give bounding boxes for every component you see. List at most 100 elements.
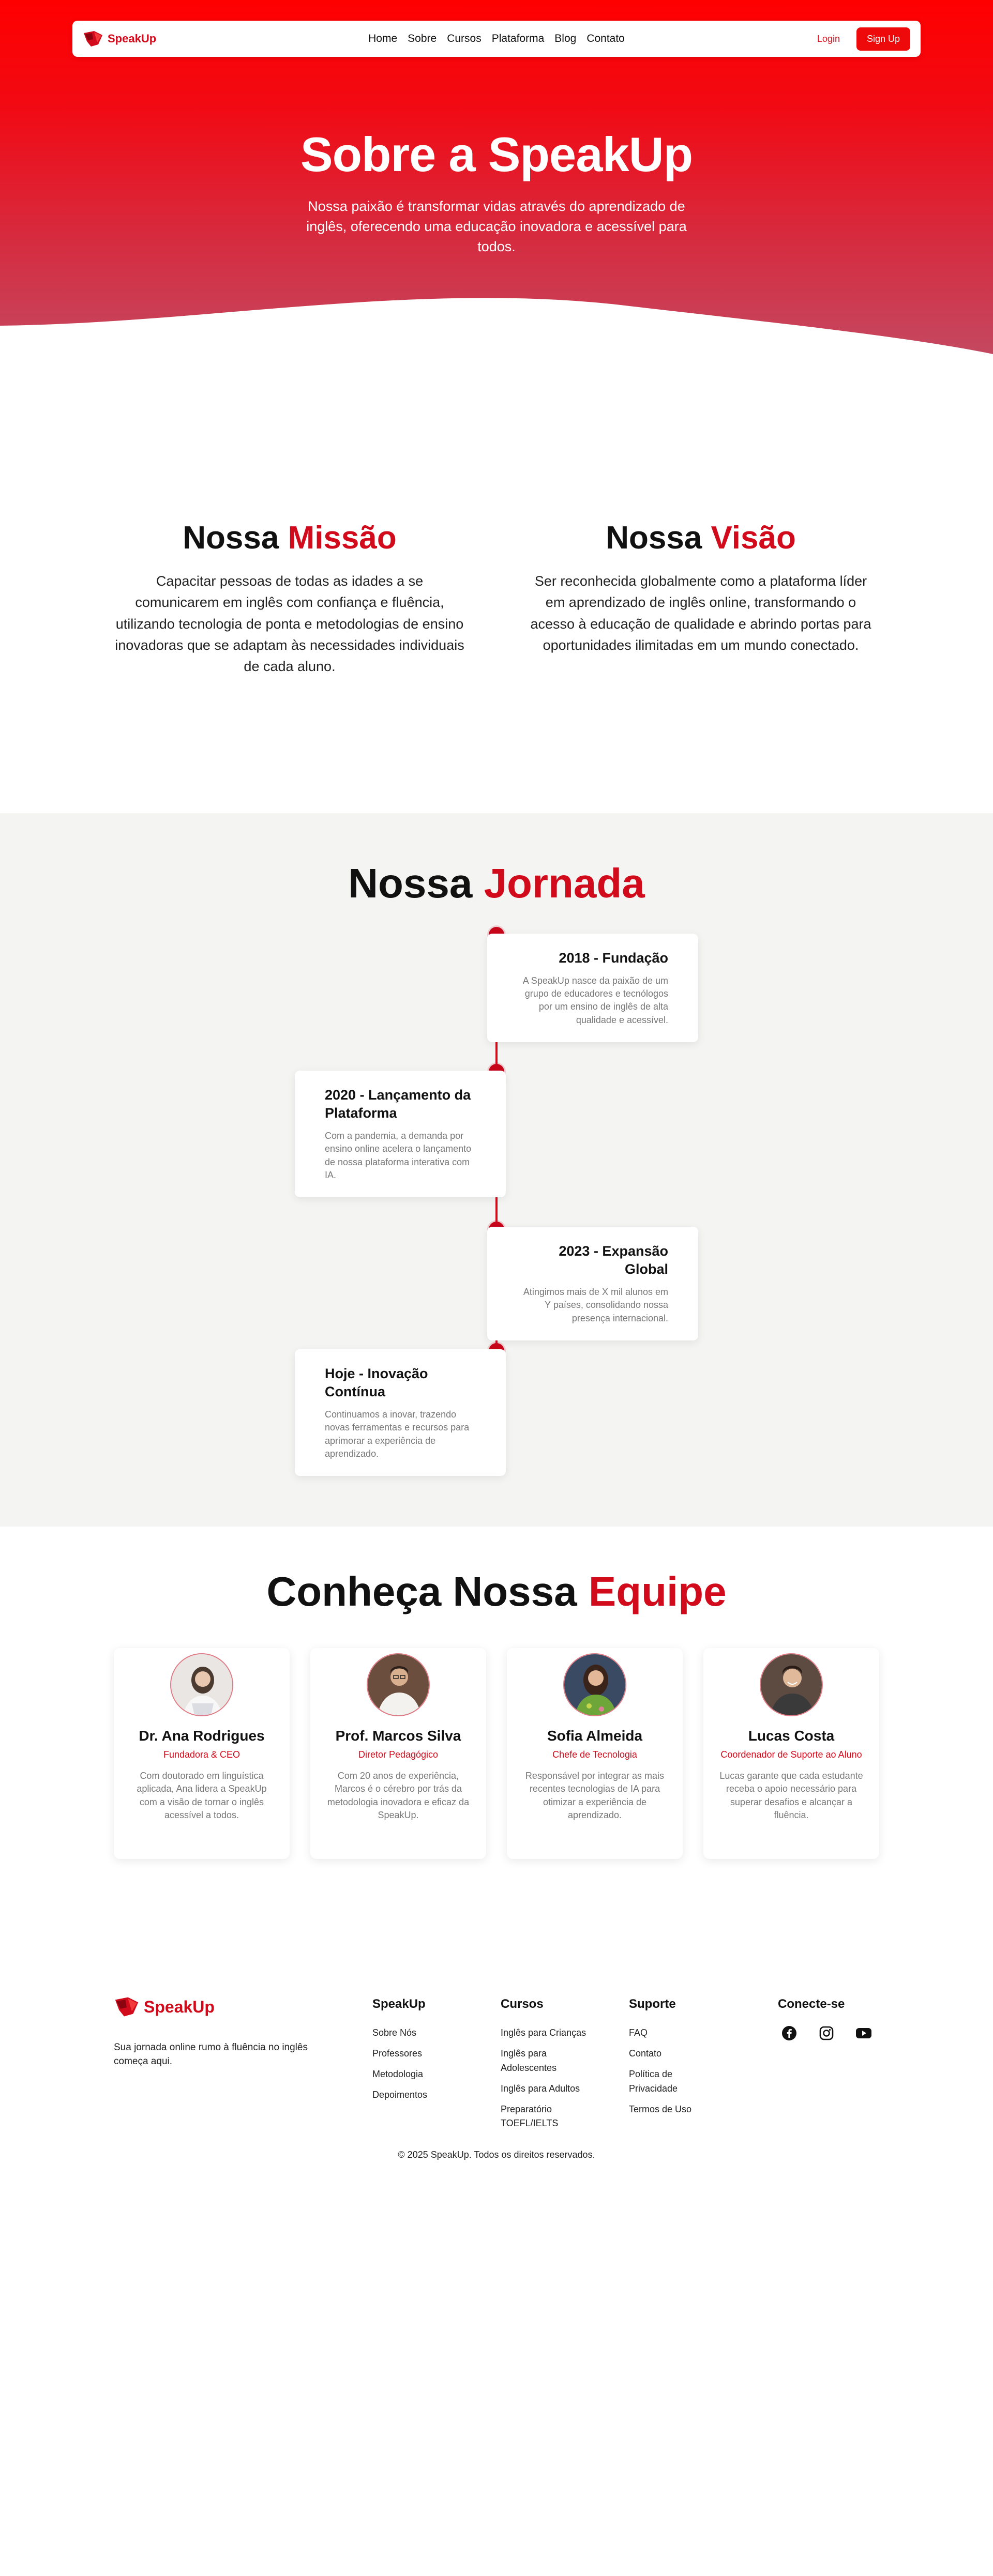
footer-link[interactable]: Metodologia [372, 2067, 476, 2082]
hero-wave-divider [0, 298, 993, 362]
member-name: Dr. Ana Rodrigues [139, 1728, 265, 1744]
footer-link[interactable]: Termos de Uso [629, 2102, 712, 2117]
vision-heading: Nossa Visão [525, 520, 877, 556]
timeline-title: 2020 - Lançamento da Plataforma [325, 1087, 471, 1121]
timeline-card: 2020 - Lançamento da Plataforma Com a pa… [295, 1071, 506, 1197]
hero-title: Sobre a SpeakUp [300, 127, 693, 181]
footer-link[interactable]: Inglês para Crianças [501, 2026, 599, 2040]
brand-name: SpeakUp [108, 32, 157, 45]
vision-heading-word: Nossa [606, 520, 702, 556]
main-nav: Home Sobre Cursos Plataforma Blog Contat… [72, 21, 921, 57]
avatar [563, 1653, 626, 1716]
auth-actions: Login Sign Up [817, 27, 910, 51]
member-bio: Com doutorado em linguística aplicada, A… [137, 1771, 267, 1820]
woman-portrait-icon [564, 1654, 625, 1715]
timeline-title: 2018 - Fundação [559, 950, 668, 966]
footer-link[interactable]: Contato [629, 2047, 712, 2061]
timeline-text: A SpeakUp nasce da paixão de um grupo de… [522, 975, 668, 1025]
team-heading: Conheça Nossa Equipe [0, 1568, 993, 1615]
brand-logo[interactable]: SpeakUp [83, 30, 156, 48]
timeline-text: Continuamos a inovar, trazendo novas fer… [325, 1409, 470, 1459]
footer-link[interactable]: Professores [372, 2047, 476, 2061]
member-role: Chefe de Tecnologia [552, 1749, 637, 1760]
footer-link[interactable]: Política de Privacidade [629, 2067, 691, 2096]
footer-column-title: SpeakUp [372, 1997, 426, 2011]
logo-icon [115, 1997, 139, 2017]
footer-column-suporte: Suporte FAQ Contato Política de Privacid… [629, 1997, 712, 2123]
login-link[interactable]: Login [817, 34, 840, 44]
footer-tagline: Sua jornada online rumo à fluência no in… [114, 2042, 308, 2067]
signup-button[interactable]: Sign Up [856, 27, 910, 51]
journey-heading-word: Nossa [348, 860, 473, 906]
avatar [367, 1653, 430, 1716]
journey-heading: Nossa Jornada [0, 860, 993, 907]
vision-heading-accent: Visão [711, 520, 796, 556]
nav-sobre[interactable]: Sobre [408, 33, 437, 45]
navbar: SpeakUp Home Sobre Cursos Plataforma Blo… [72, 21, 921, 57]
member-name: Lucas Costa [748, 1728, 835, 1744]
team-card: Lucas Costa Coordenador de Suporte ao Al… [703, 1648, 879, 1859]
member-role: Diretor Pedagógico [358, 1749, 439, 1760]
nav-plataforma[interactable]: Plataforma [492, 33, 545, 45]
instagram-icon[interactable] [815, 2022, 838, 2045]
youtube-icon[interactable] [852, 2022, 875, 2045]
team-heading-accent: Equipe [588, 1568, 727, 1614]
facebook-icon[interactable] [778, 2022, 801, 2045]
journey-heading-accent: Jornada [484, 860, 645, 906]
team-card: Dr. Ana Rodrigues Fundadora & CEO Com do… [114, 1648, 290, 1859]
social-block: Conecte-se [778, 1997, 871, 2040]
logo-icon [84, 31, 102, 47]
team-card: Sofia Almeida Chefe de Tecnologia Respon… [507, 1648, 683, 1859]
footer: SpeakUp Sua jornada online rumo à fluênc… [0, 1935, 993, 2576]
footer-brand-name: SpeakUp [144, 1997, 215, 2016]
member-bio: Com 20 anos de experiência, Marcos é o c… [327, 1771, 470, 1820]
footer-link[interactable]: Sobre Nós [372, 2026, 476, 2040]
member-name: Sofia Almeida [547, 1728, 643, 1744]
footer-link[interactable]: Inglês para Adultos [501, 2082, 599, 2096]
footer-link[interactable]: Inglês para Adolescentes [501, 2047, 568, 2076]
footer-link[interactable]: Preparatório TOEFL/IELTS [501, 2102, 568, 2131]
hero-section: SpeakUp Home Sobre Cursos Plataforma Blo… [0, 0, 993, 362]
timeline-card: 2018 - Fundação A SpeakUp nasce da paixã… [487, 934, 698, 1042]
nav-blog[interactable]: Blog [554, 33, 576, 45]
footer-brand[interactable]: SpeakUp [114, 1996, 215, 2018]
timeline-title: Hoje - Inovação Contínua [325, 1366, 428, 1400]
timeline-text: Atingimos mais de X mil alunos em Y país… [523, 1287, 668, 1323]
avatar [760, 1653, 823, 1716]
vision-text: Ser reconhecida globalmente como a plata… [530, 573, 871, 653]
mission-block: Nossa Missão Capacitar pessoas de todas … [114, 520, 465, 677]
mission-heading: Nossa Missão [114, 520, 465, 556]
nav-cursos[interactable]: Cursos [447, 33, 482, 45]
social-icons [778, 2022, 892, 2045]
member-role: Fundadora & CEO [163, 1749, 240, 1760]
footer-link[interactable]: Depoimentos [372, 2088, 476, 2102]
timeline-title: 2023 - Expansão Global [559, 1243, 668, 1277]
vision-block: Nossa Visão Ser reconhecida globalmente … [525, 520, 877, 656]
footer-column-title: Suporte [629, 1997, 676, 2011]
copyright: © 2025 SpeakUp. Todos os direitos reserv… [398, 2150, 595, 2160]
woman-portrait-icon [171, 1654, 232, 1715]
member-name: Prof. Marcos Silva [335, 1728, 461, 1744]
member-bio: Lucas garante que cada estudante receba … [719, 1771, 863, 1820]
timeline-card: Hoje - Inovação Contínua Continuamos a i… [295, 1349, 506, 1476]
mission-heading-word: Nossa [183, 520, 279, 556]
social-title: Conecte-se [778, 1997, 845, 2011]
nav-contato[interactable]: Contato [586, 33, 625, 45]
footer-column-speakup: SpeakUp Sobre Nós Professores Metodologi… [372, 1997, 476, 2109]
mission-heading-accent: Missão [288, 520, 397, 556]
man-portrait-icon [761, 1654, 822, 1715]
team-section: Conheça Nossa Equipe Dr. Ana Rodrigues F… [0, 1527, 993, 1935]
nav-home[interactable]: Home [368, 33, 397, 45]
team-card: Prof. Marcos Silva Diretor Pedagógico Co… [310, 1648, 486, 1859]
footer-column-title: Cursos [501, 1997, 544, 2011]
timeline-text: Com a pandemia, a demanda por ensino onl… [325, 1131, 472, 1180]
avatar [170, 1653, 233, 1716]
footer-column-cursos: Cursos Inglês para Crianças Inglês para … [501, 1997, 599, 2137]
member-bio: Responsável por integrar as mais recente… [525, 1771, 665, 1820]
mission-text: Capacitar pessoas de todas as idades a s… [115, 573, 464, 675]
hero-subtitle: Nossa paixão é transformar vidas através… [306, 199, 687, 255]
footer-link[interactable]: FAQ [629, 2026, 712, 2040]
team-heading-word: Conheça Nossa [266, 1568, 577, 1614]
member-role: Coordenador de Suporte ao Aluno [720, 1749, 862, 1760]
journey-section: Nossa Jornada 2018 - Fundação A SpeakUp … [0, 813, 993, 1527]
